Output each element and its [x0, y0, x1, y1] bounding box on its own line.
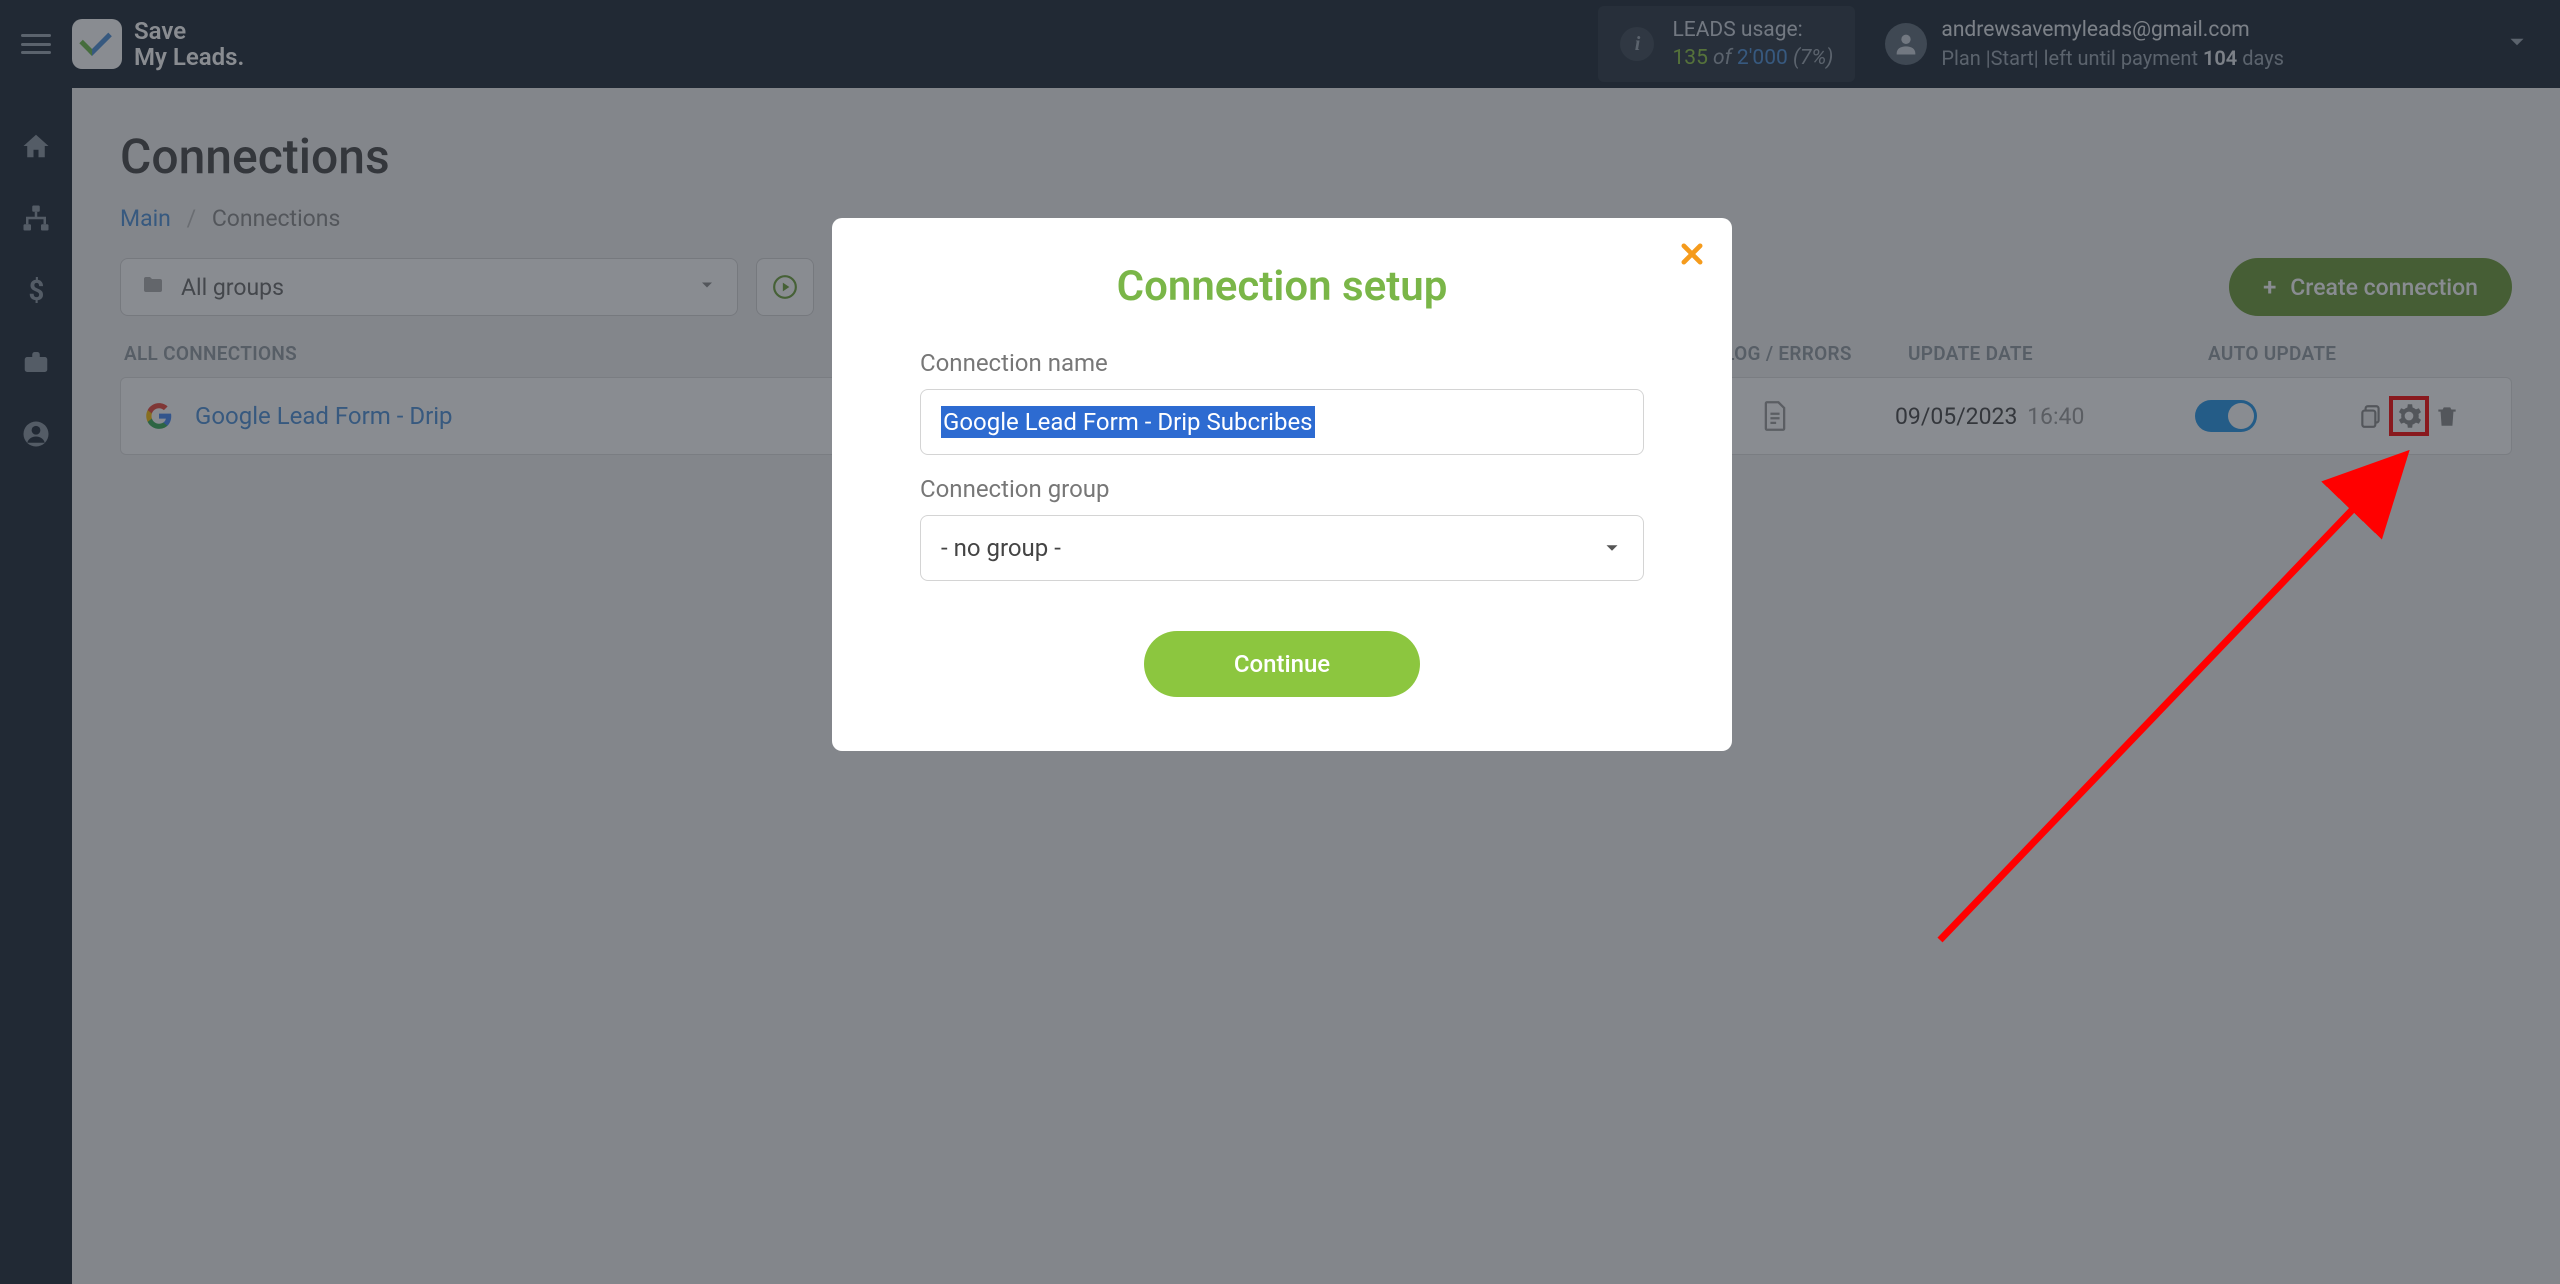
continue-label: Continue	[1234, 650, 1330, 678]
label-connection-group: Connection group	[920, 475, 1644, 503]
connection-name-value: Google Lead Form - Drip Subcribes	[941, 406, 1315, 438]
chevron-down-icon	[1601, 537, 1623, 559]
connection-setup-modal: Connection setup Connection name Google …	[832, 218, 1732, 751]
modal-close-button[interactable]	[1678, 240, 1706, 272]
label-connection-name: Connection name	[920, 349, 1644, 377]
modal-title: Connection setup	[892, 262, 1672, 311]
continue-button[interactable]: Continue	[1144, 631, 1420, 697]
connection-group-value: - no group -	[941, 534, 1601, 562]
connection-group-select[interactable]: - no group -	[920, 515, 1644, 581]
close-icon	[1678, 240, 1706, 268]
connection-name-input[interactable]: Google Lead Form - Drip Subcribes	[920, 389, 1644, 455]
